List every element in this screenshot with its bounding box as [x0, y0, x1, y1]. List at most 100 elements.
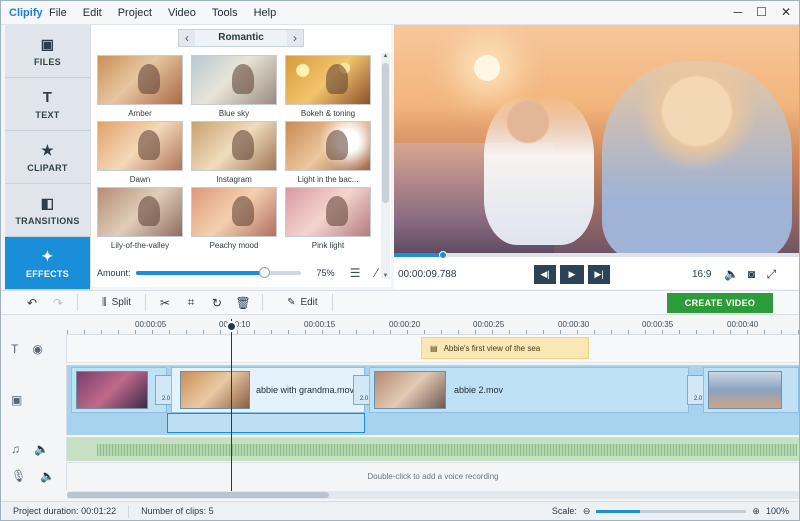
next-frame-button[interactable]: ▶|	[588, 264, 610, 284]
fullscreen-icon[interactable]: ⤢	[761, 267, 781, 282]
effects-scrollbar[interactable]: ▲ ▼	[381, 53, 390, 279]
baby-figure	[484, 95, 594, 245]
tab-effects[interactable]: ✦ EFFECTS	[5, 237, 90, 290]
scale-control: Scale: ⊖ ⊕ 100%	[552, 506, 799, 517]
chevron-left-icon[interactable]: ‹	[179, 30, 195, 46]
adjust-settings-icon[interactable]: ☰	[345, 266, 366, 280]
tab-label: TEXT	[35, 109, 60, 120]
effect-thumbnail	[97, 187, 183, 237]
play-button[interactable]: ▶	[560, 264, 584, 284]
text-track[interactable]: ▤ Abbie's first view of the sea	[67, 335, 799, 363]
effect-item-instagram[interactable]: Instagram	[191, 121, 277, 187]
menu-edit[interactable]: Edit	[75, 7, 110, 19]
effect-item-dawn[interactable]: Dawn	[97, 121, 183, 187]
tab-label: CLIPART	[27, 162, 68, 173]
volume-icon[interactable]: 🔈	[721, 267, 741, 281]
effect-item-blue-sky[interactable]: Blue sky	[191, 55, 277, 121]
redo-icon[interactable]: ↷	[45, 296, 71, 310]
video-clip-selected[interactable]: abbie with grandma.mov	[171, 367, 365, 413]
progress-fill	[394, 253, 443, 257]
tab-clipart[interactable]: ★ CLIPART	[5, 131, 90, 184]
edit-button[interactable]: ✎ Edit	[279, 297, 326, 308]
menu-help[interactable]: Help	[246, 7, 285, 19]
menu-bar: File Edit Project Video Tools Help	[41, 7, 284, 19]
menu-video[interactable]: Video	[160, 7, 204, 19]
split-button[interactable]: ⫼ Split	[94, 297, 139, 308]
progress-knob[interactable]	[438, 251, 447, 259]
crop-icon[interactable]: ⌗	[178, 295, 204, 310]
speaker-icon[interactable]: 🔈	[40, 469, 55, 483]
effect-label: Amber	[128, 109, 152, 118]
effect-label: Instagram	[216, 175, 252, 184]
effect-item-peachy[interactable]: Peachy mood	[191, 187, 277, 253]
audio-waveform	[97, 444, 797, 456]
tab-transitions[interactable]: ◧ TRANSITIONS	[5, 184, 90, 237]
video-track-controls: ▣	[1, 365, 67, 435]
effect-item-bokeh[interactable]: Bokeh & toning	[285, 55, 371, 121]
zoom-out-icon[interactable]: ⊖	[583, 506, 591, 517]
caption-clip[interactable]: ▤ Abbie's first view of the sea	[421, 337, 589, 359]
video-preview[interactable]	[394, 25, 799, 253]
effect-item-lily[interactable]: Lily-of-the-valley	[97, 187, 183, 253]
music-track-controls: ♫ 🔈	[1, 437, 67, 461]
edit-toolbar: ↶ ↷ ⫼ Split ✂ ⌗ ↻ 🗑 ✎ Edit CREATE VIDEO	[1, 290, 799, 315]
video-track[interactable]: 2.0 abbie with grandma.mov 2.0 abbie 2.m…	[67, 365, 799, 435]
speaker-icon[interactable]: 🔈	[34, 442, 49, 456]
timeline-ruler[interactable]: 00:00:05 00:00:10 00:00:15 00:00:20 00:0…	[67, 317, 799, 335]
timecode: 00:00:09.788	[398, 268, 457, 280]
playback-progress[interactable]	[394, 251, 799, 259]
close-button[interactable]: ✕	[781, 5, 791, 19]
video-clip[interactable]	[703, 367, 799, 413]
effect-item-amber[interactable]: Amber	[97, 55, 183, 121]
minimize-button[interactable]: ─	[734, 5, 743, 19]
playhead-knob[interactable]	[226, 321, 237, 332]
amount-slider[interactable]	[135, 267, 302, 278]
effects-panel: ‹ Romantic › Amber Blue sky Bokeh & toni…	[90, 25, 391, 287]
visibility-eye-icon[interactable]: ◉	[32, 342, 42, 356]
clip-thumbnail	[708, 371, 782, 409]
voice-track[interactable]: Double-click to add a voice recording	[67, 462, 799, 490]
trash-icon[interactable]: 🗑	[230, 296, 256, 310]
menu-project[interactable]: Project	[110, 7, 160, 19]
create-video-button[interactable]: CREATE VIDEO	[667, 293, 773, 313]
music-track[interactable]	[67, 437, 799, 461]
scissors-icon[interactable]: ✂	[152, 296, 178, 310]
text-track-controls: T ◉	[1, 335, 67, 363]
snapshot-camera-icon[interactable]: ◙	[741, 267, 761, 281]
chevron-right-icon[interactable]: ›	[287, 30, 303, 46]
caption-icon: ▤	[430, 343, 438, 353]
zoom-in-icon[interactable]: ⊕	[752, 506, 760, 517]
clear-effect-brush-icon[interactable]: ⁄	[366, 266, 387, 280]
menu-tools[interactable]: Tools	[204, 7, 246, 19]
maximize-button[interactable]: ☐	[756, 5, 767, 19]
effect-item-pink-light[interactable]: Pink light	[285, 187, 371, 253]
amount-slider-knob[interactable]	[258, 267, 270, 278]
menu-file[interactable]: File	[41, 7, 75, 19]
effect-label: Lily-of-the-valley	[110, 241, 170, 250]
playhead-line[interactable]	[231, 319, 232, 491]
selected-clip-outline	[167, 413, 365, 433]
previous-frame-button[interactable]: ◀|	[534, 264, 556, 284]
duration-label: Project duration:	[13, 506, 79, 516]
rotate-icon[interactable]: ↻	[204, 296, 230, 310]
tab-text[interactable]: T TEXT	[5, 78, 90, 131]
video-clip[interactable]: abbie 2.mov	[369, 367, 689, 413]
sun-shape	[474, 55, 500, 81]
tab-files[interactable]: ▣ FILES	[5, 25, 90, 78]
window-controls: ─ ☐ ✕	[734, 5, 791, 19]
ruler-label: 00:00:30	[558, 320, 590, 329]
scrollbar-thumb[interactable]	[382, 63, 389, 203]
video-clip[interactable]	[71, 367, 167, 413]
aspect-ratio-selector[interactable]: 16:9	[692, 269, 711, 280]
scrollbar-thumb[interactable]	[67, 492, 329, 498]
effect-item-light[interactable]: Light in the bac...	[285, 121, 371, 187]
scale-slider[interactable]	[596, 509, 747, 513]
undo-icon[interactable]: ↶	[19, 296, 45, 310]
category-label: Romantic	[218, 32, 264, 43]
scroll-up-icon[interactable]: ▲	[381, 53, 390, 59]
transitions-icon: ◧	[40, 194, 55, 211]
clips-label: Number of clips:	[141, 506, 207, 516]
timeline-scrollbar[interactable]	[67, 491, 799, 499]
effect-thumbnail	[285, 55, 371, 105]
music-note-icon: ♫	[11, 442, 20, 456]
